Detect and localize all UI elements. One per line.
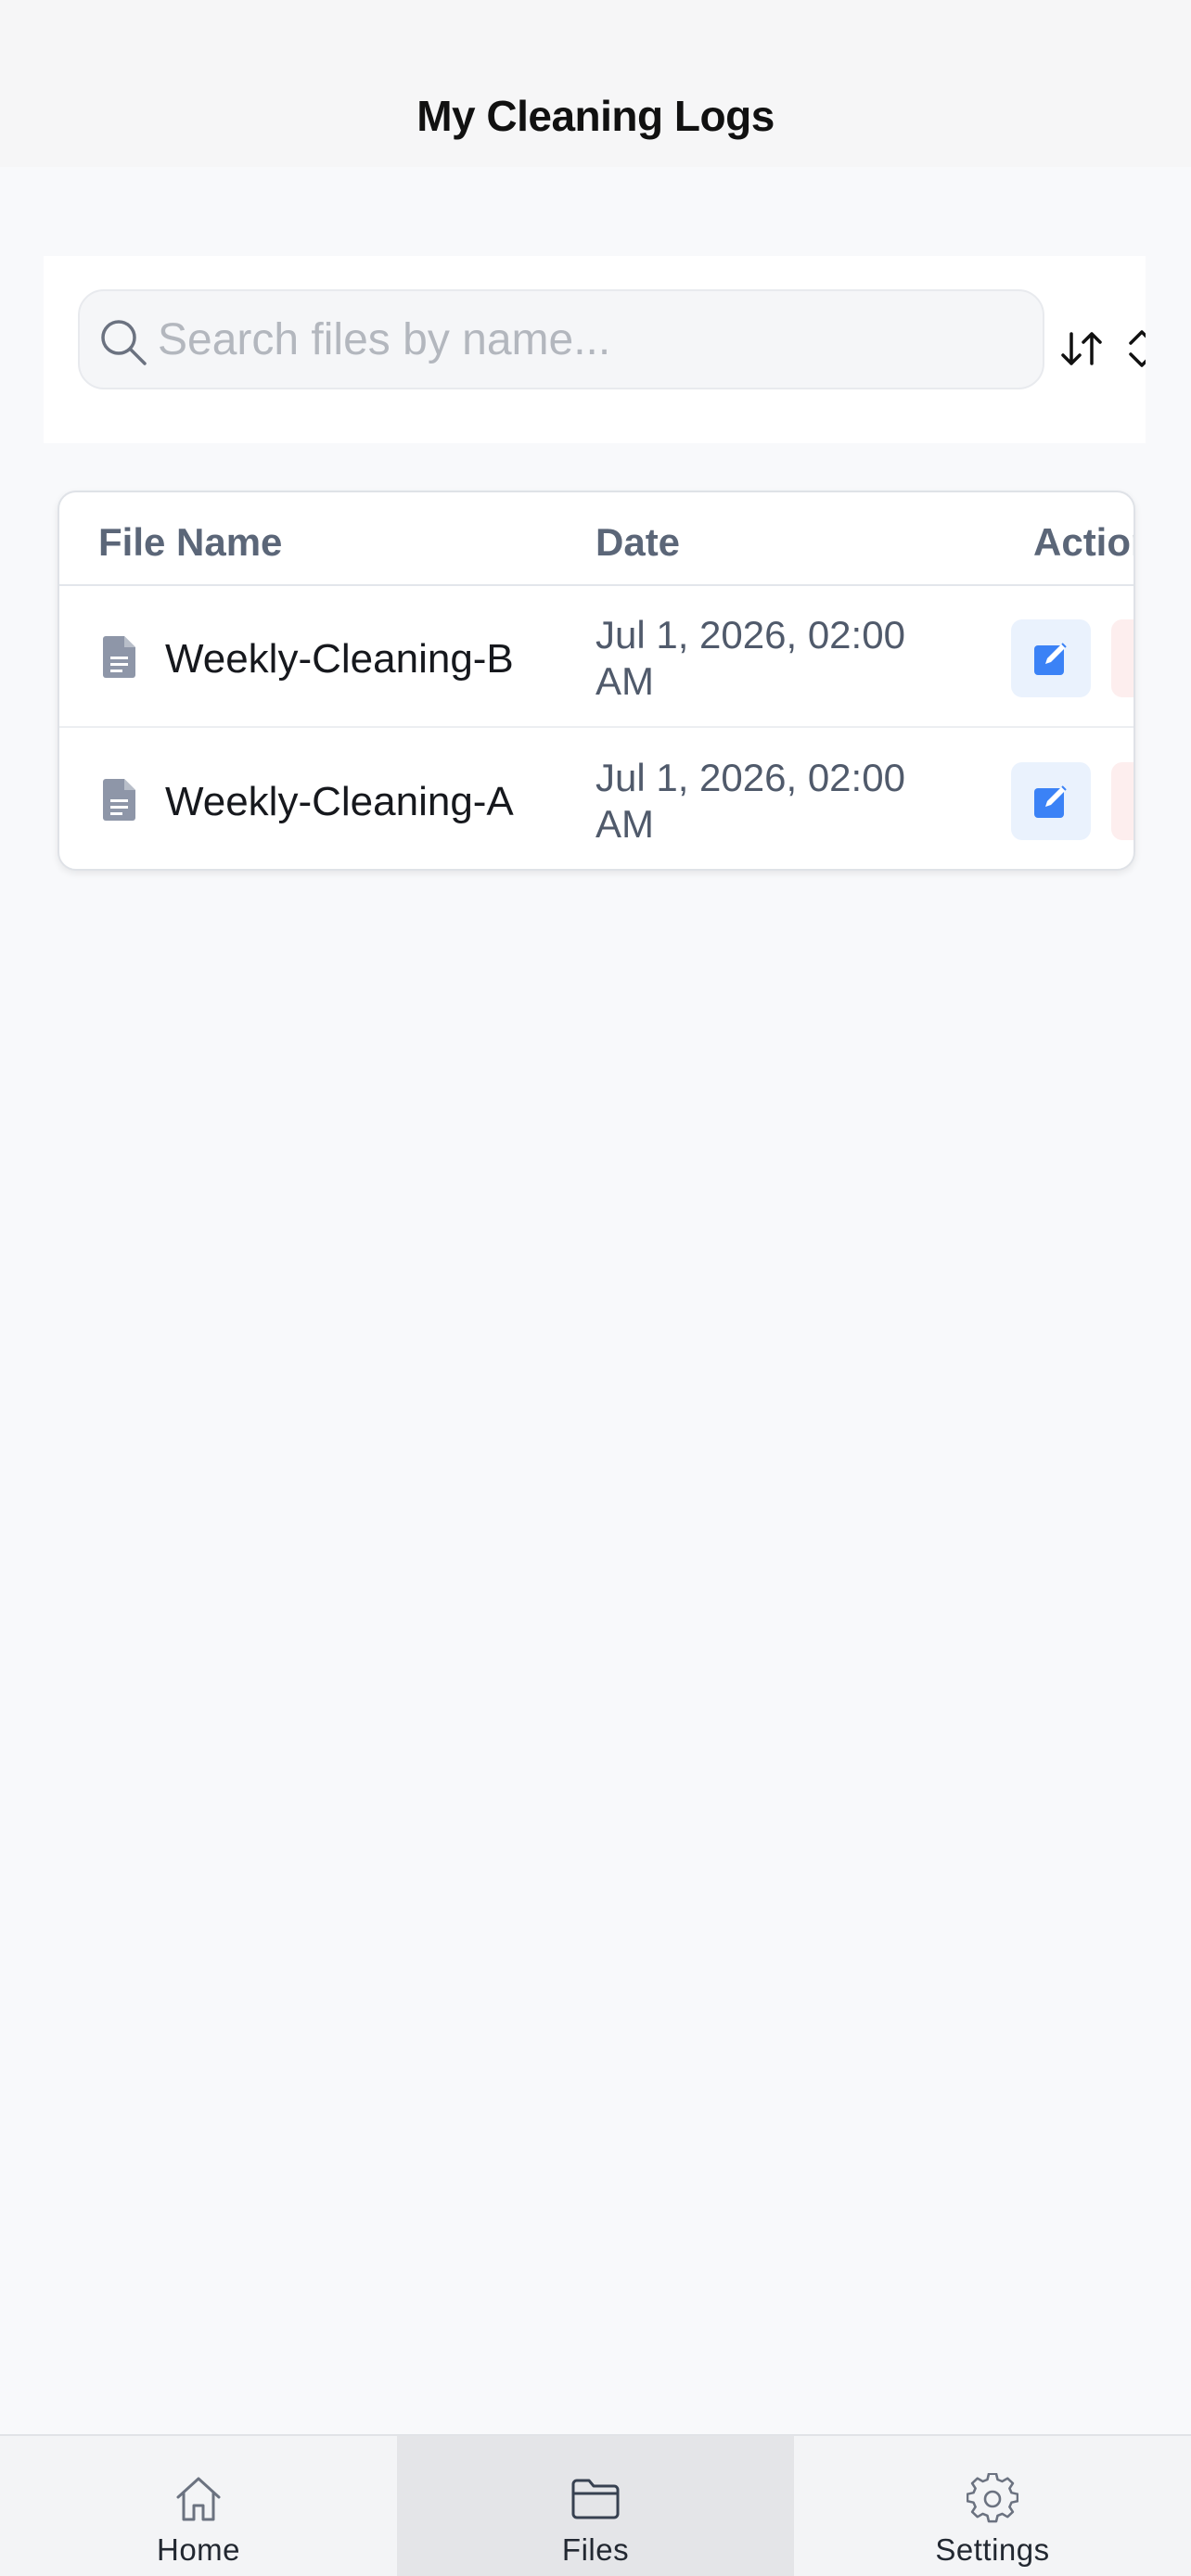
tab-files-label: Files (561, 2532, 630, 2567)
gear-icon (967, 2473, 1018, 2523)
table-row[interactable]: Weekly-Cleaning-A Jul 1, 2026, 02:00 AM (59, 729, 1133, 869)
file-toolbar (44, 256, 1146, 443)
bottom-tab-bar: Home Files Settings (0, 2434, 1191, 2576)
tab-home-label: Home (156, 2532, 241, 2567)
document-icon (103, 779, 135, 821)
sort-button[interactable] (1057, 323, 1108, 375)
edit-icon (1034, 643, 1067, 675)
column-header-name[interactable]: File Name (98, 520, 282, 565)
files-table: File Name Date Actions Weekly-Cleaning-B… (58, 491, 1135, 871)
column-header-actions: Actions (1033, 520, 1133, 564)
table-row[interactable]: Weekly-Cleaning-B Jul 1, 2026, 02:00 AM (59, 586, 1133, 728)
tab-settings[interactable]: Settings (794, 2436, 1191, 2576)
file-date: Jul 1, 2026, 02:00 AM (596, 613, 905, 703)
delete-button[interactable] (1111, 762, 1133, 840)
tab-home[interactable]: Home (0, 2436, 397, 2576)
folder-icon (571, 2479, 620, 2519)
column-header-date[interactable]: Date (596, 520, 680, 565)
sort-arrows-icon (1061, 332, 1102, 365)
edit-button[interactable] (1011, 762, 1091, 840)
tab-files[interactable]: Files (397, 2436, 794, 2576)
chevron-up-down-icon (1129, 330, 1146, 367)
app-header: My Cleaning Logs (0, 0, 1191, 167)
document-icon (103, 636, 135, 678)
home-icon (176, 2477, 221, 2521)
table-header: File Name Date Actions (59, 492, 1133, 586)
edit-icon (1034, 785, 1067, 818)
file-date: Jul 1, 2026, 02:00 AM (596, 756, 905, 846)
sort-direction-button[interactable] (1120, 323, 1146, 375)
search-box[interactable] (78, 289, 1044, 389)
edit-button[interactable] (1011, 619, 1091, 697)
delete-button[interactable] (1111, 619, 1133, 697)
tab-settings-label: Settings (935, 2532, 1050, 2567)
page-title: My Cleaning Logs (416, 92, 775, 140)
search-input[interactable] (158, 291, 1020, 388)
search-icon (101, 320, 147, 365)
app-screen: My Cleaning Logs File Name Date (0, 0, 1191, 2576)
file-name[interactable]: Weekly-Cleaning-B (165, 636, 514, 682)
file-name[interactable]: Weekly-Cleaning-A (165, 779, 514, 825)
